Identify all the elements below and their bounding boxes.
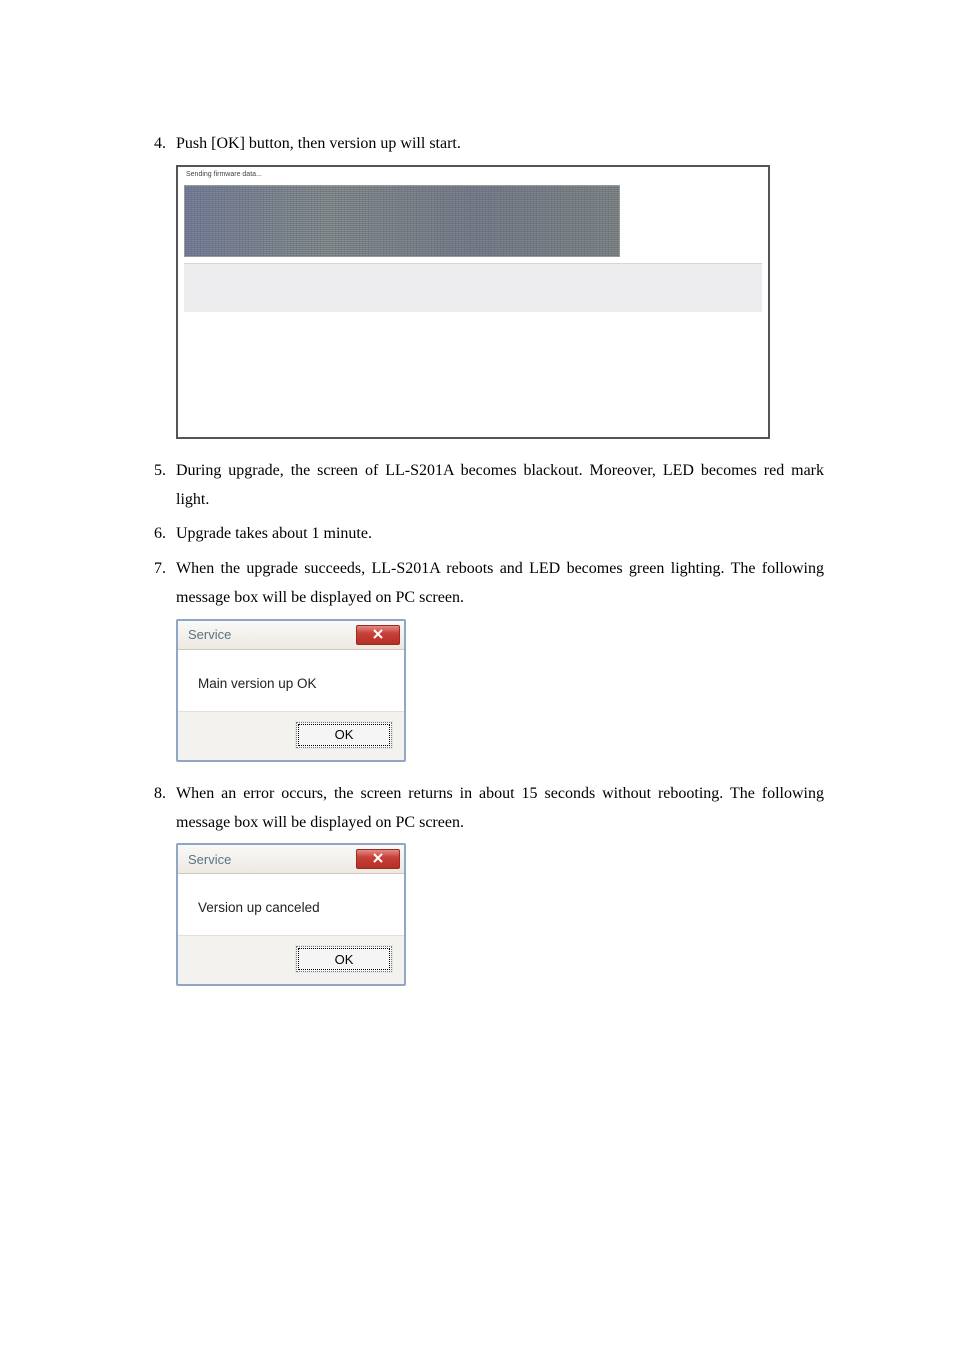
dialog-success: Service Main version up OK OK	[176, 619, 824, 762]
dialog-cancel: Service Version up canceled OK	[176, 843, 824, 986]
close-icon	[373, 626, 383, 644]
ok-button[interactable]: OK	[296, 946, 392, 972]
ok-button[interactable]: OK	[296, 722, 392, 748]
step-8-text: When an error occurs, the screen returns…	[176, 780, 824, 838]
dialog-cancel-footer: OK	[178, 935, 404, 984]
step-4: 4. Push [OK] button, then version up wil…	[130, 130, 824, 159]
step-8: 8. When an error occurs, the screen retu…	[130, 780, 824, 838]
step-6-text: Upgrade takes about 1 minute.	[176, 520, 824, 549]
step-5-text: During upgrade, the screen of LL-S201A b…	[176, 457, 824, 515]
dialog-success-message: Main version up OK	[178, 650, 404, 711]
figure-noisy-area	[184, 185, 620, 257]
step-4-text: Push [OK] button, then version up will s…	[176, 130, 824, 159]
dialog-cancel-window: Service Version up canceled OK	[176, 843, 406, 986]
dialog-success-titlebar: Service	[178, 621, 404, 650]
dialog-success-footer: OK	[178, 711, 404, 760]
step-5-num: 5.	[130, 457, 176, 486]
figure-caption: Sending firmware data...	[186, 171, 262, 178]
dialog-success-window: Service Main version up OK OK	[176, 619, 406, 762]
step-4-num: 4.	[130, 130, 176, 159]
dialog-success-title: Service	[188, 627, 231, 642]
close-button[interactable]	[356, 849, 400, 869]
figure-frame: Sending firmware data...	[176, 165, 770, 439]
dialog-cancel-titlebar: Service	[178, 845, 404, 874]
close-button[interactable]	[356, 625, 400, 645]
step-7-num: 7.	[130, 555, 176, 584]
step-7: 7. When the upgrade succeeds, LL-S201A r…	[130, 555, 824, 613]
step-8-num: 8.	[130, 780, 176, 809]
step-6-num: 6.	[130, 520, 176, 549]
dialog-cancel-title: Service	[188, 852, 231, 867]
step-7-text: When the upgrade succeeds, LL-S201A rebo…	[176, 555, 824, 613]
step-5: 5. During upgrade, the screen of LL-S201…	[130, 457, 824, 515]
step-6: 6. Upgrade takes about 1 minute.	[130, 520, 824, 549]
close-icon	[373, 850, 383, 868]
figure-lower-panel	[184, 263, 762, 312]
dialog-cancel-message: Version up canceled	[178, 874, 404, 935]
firmware-sending-figure: Sending firmware data...	[176, 165, 824, 439]
